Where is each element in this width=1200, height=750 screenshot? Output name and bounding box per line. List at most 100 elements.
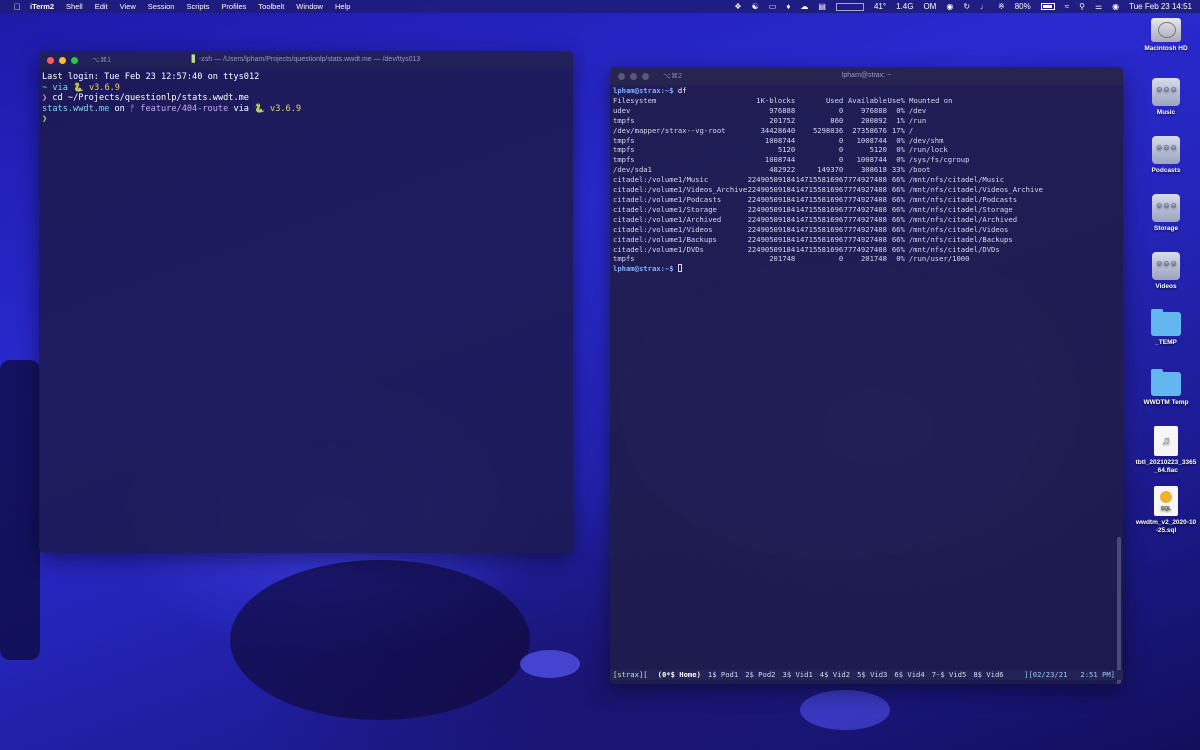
desktop-icon-folder[interactable]: _TEMP	[1135, 309, 1197, 347]
menu-edit[interactable]: Edit	[95, 2, 108, 11]
use-pct-cell: 66%	[891, 175, 905, 185]
zoom-button[interactable]	[71, 56, 78, 64]
creative-cloud-icon[interactable]: ☯	[752, 0, 759, 13]
desktop-icon-audio[interactable]: ♫ tbtl_20210223_3365_64.flac	[1135, 426, 1197, 475]
table-row: citadel:/volume1/Storage 22490509184 14715…	[613, 205, 1043, 215]
mount-cell: /dev	[908, 105, 927, 115]
cloud-icon[interactable]: ☁	[800, 0, 808, 13]
terminal-window-ssh[interactable]: ⌥⌘2 lpham@strax: ~ lpham@strax:~$ df Fil…	[610, 67, 1123, 684]
bluetooth-icon[interactable]: ※	[998, 0, 1005, 13]
mount-cell: /mnt/nfs/citadel/Storage	[908, 204, 1013, 214]
dropbox-icon[interactable]: ❖	[734, 0, 741, 13]
wifi-icon[interactable]: ≈	[1065, 0, 1069, 13]
window-titlebar[interactable]: ⌥⌘1 ▋ -zsh — /Users/lpham/Projects/quest…	[39, 51, 573, 69]
available-cell: 7774927488	[843, 214, 887, 224]
close-button[interactable]	[618, 72, 625, 80]
mount-cell: /run/user/1000	[908, 254, 970, 264]
used-cell: 14715581696	[795, 244, 844, 254]
search-icon[interactable]: ⚲	[1079, 0, 1085, 13]
blocks-cell: 22490509184	[747, 185, 796, 195]
apple-menu-icon[interactable]: 	[12, 2, 22, 12]
filesystem-cell: tmpfs	[613, 155, 635, 165]
menu-app-name[interactable]: iTerm2	[30, 2, 54, 11]
folder-icon	[1151, 369, 1181, 396]
col-blocks: 1K-blocks	[756, 95, 796, 105]
vpn-icon[interactable]: ◉	[946, 0, 953, 13]
available-cell: 1008744	[856, 155, 887, 165]
menu-shell[interactable]: Shell	[66, 2, 83, 11]
col-filesystem: Filesystem	[613, 95, 657, 105]
window-title: ▋ -zsh — /Users/lpham/Projects/questionl…	[39, 51, 573, 69]
desktop-icon-nas[interactable]: Music	[1135, 78, 1197, 117]
close-button[interactable]	[47, 56, 54, 64]
cpu-graph[interactable]	[835, 2, 864, 11]
desktop-icon-hd[interactable]: Macintosh HD	[1135, 18, 1197, 53]
terminal-output[interactable]: lpham@strax:~$ df Filesystem 1K-blocks U…	[610, 85, 1123, 275]
mount-cell: /boot	[908, 165, 931, 175]
blocks-cell: 1008744	[764, 155, 796, 165]
menu-toolbelt[interactable]: Toolbelt	[258, 2, 284, 11]
screen-window-tab: 5$ Vid3	[857, 670, 888, 679]
table-row: citadel:/volume1/Music 22490509184 1471558…	[613, 175, 1043, 185]
display-icon[interactable]: ▭	[769, 0, 777, 13]
memory-unit: OM	[923, 2, 937, 11]
blocks-cell: 201752	[769, 115, 796, 125]
window-shortcut: ⌥⌘1	[92, 57, 111, 64]
menubar-clock[interactable]: Tue Feb 23 14:51	[1129, 0, 1192, 13]
desktop-icon-folder[interactable]: WWDTM Temp	[1135, 369, 1197, 407]
menu-view[interactable]: View	[120, 2, 136, 11]
available-cell: 7774927488	[843, 204, 887, 214]
terminal-output[interactable]: Last login: Tue Feb 23 12:57:40 on ttys0…	[39, 69, 573, 128]
menu-help[interactable]: Help	[335, 2, 350, 11]
zoom-button[interactable]	[642, 72, 649, 80]
memory-value[interactable]: 1.4G	[896, 0, 913, 13]
minimize-button[interactable]	[59, 56, 66, 64]
git-branch: ᚠ feature/404-route	[129, 103, 229, 114]
cpu-icon[interactable]: ▤	[818, 0, 826, 13]
desktop-icon-label: Storage	[1153, 225, 1179, 232]
terminal-window-zsh[interactable]: ⌥⌘1 ▋ -zsh — /Users/lpham/Projects/quest…	[39, 51, 573, 553]
bell-icon[interactable]: ♦	[786, 0, 790, 13]
used-cell: 14715581696	[795, 175, 844, 185]
available-cell: 5120	[869, 145, 887, 155]
desktop-icon-nas[interactable]: Videos	[1135, 252, 1197, 291]
used-cell: 0	[838, 145, 844, 155]
siri-icon[interactable]: ◉	[1112, 0, 1119, 13]
desktop-icon-nas[interactable]: Storage	[1135, 194, 1197, 233]
temperature-value[interactable]: 41°	[874, 0, 886, 13]
battery-percent[interactable]: 80%	[1015, 0, 1031, 13]
mount-cell: /mnt/nfs/citadel/Backups	[908, 234, 1013, 244]
window-titlebar[interactable]: ⌥⌘2 lpham@strax: ~	[610, 67, 1123, 85]
screen-window-tab: 3$ Vid1	[782, 670, 813, 679]
input-line[interactable]: ❯	[42, 114, 570, 125]
menu-scripts[interactable]: Scripts	[186, 2, 209, 11]
mount-cell: /mnt/nfs/citadel/Videos_Archive	[908, 185, 1043, 195]
use-pct-cell: 0%	[896, 105, 905, 115]
menu-profiles[interactable]: Profiles	[221, 2, 246, 11]
sql-file-icon: SQL	[1154, 486, 1178, 516]
filesystem-cell: citadel:/volume1/Podcasts	[613, 194, 722, 204]
available-cell: 7774927488	[843, 224, 887, 234]
menu-window[interactable]: Window	[296, 2, 323, 11]
mount-cell: /mnt/nfs/citadel/Podcasts	[908, 194, 1018, 204]
time-machine-icon[interactable]: ↻	[963, 0, 970, 13]
minimize-button[interactable]	[630, 72, 637, 80]
scrollbar[interactable]	[1117, 537, 1121, 684]
table-row: tmpfs 201748 0 201748 0%/run/user/1000	[613, 254, 1043, 264]
menu-session[interactable]: Session	[148, 2, 175, 11]
filesystem-cell: citadel:/volume1/Music	[613, 175, 709, 185]
use-pct-cell: 66%	[891, 194, 905, 204]
blocks-cell: 976888	[769, 105, 796, 115]
control-center-icon[interactable]: ⚌	[1095, 0, 1102, 13]
input-line[interactable]: lpham@strax:~$	[613, 264, 1120, 274]
desktop-icon-sql[interactable]: SQL wwdtm_v2_2020-10-25.sql	[1135, 486, 1197, 535]
battery-icon[interactable]	[1040, 3, 1055, 10]
prompt-symbol-active: ❯	[42, 114, 48, 125]
desktop-icon-nas[interactable]: Podcasts	[1135, 136, 1197, 175]
last-login-line: Last login: Tue Feb 23 12:57:40 on ttys0…	[42, 72, 260, 82]
blocks-cell: 22490509184	[747, 244, 796, 254]
filesystem-cell: /dev/sda1	[613, 165, 652, 175]
blocks-cell: 22490509184	[747, 175, 796, 185]
shell-prompt: lpham@strax:~$	[613, 86, 674, 95]
volume-icon[interactable]: ♩	[980, 0, 988, 13]
